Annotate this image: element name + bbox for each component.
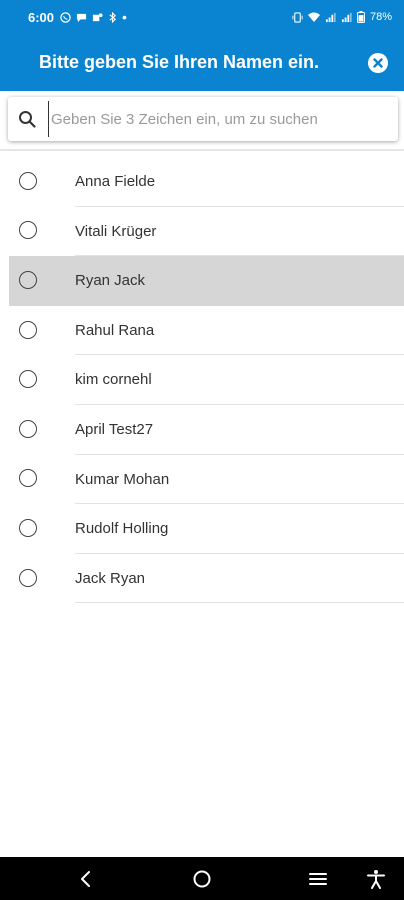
- list-item[interactable]: April Test27: [0, 405, 404, 455]
- navigation-bar: [0, 857, 404, 900]
- list-item[interactable]: Anna Fielde: [0, 157, 404, 207]
- accessibility-icon: [367, 869, 385, 889]
- status-right: 78%: [292, 11, 392, 23]
- list-item-selected[interactable]: Ryan Jack: [0, 256, 404, 306]
- home-button[interactable]: [186, 857, 218, 900]
- status-bar: 6:00 • 78%: [0, 0, 404, 34]
- battery-text: 78%: [369, 11, 392, 23]
- teams-icon: [92, 12, 103, 21]
- notification-icons: •: [60, 9, 127, 25]
- search-area: [0, 91, 404, 151]
- signal-icon: [325, 12, 336, 22]
- recents-icon: [309, 872, 327, 885]
- chat-icon: [76, 13, 87, 22]
- list-item[interactable]: Jack Ryan: [0, 554, 404, 604]
- list-item-label: Ryan Jack: [75, 272, 146, 290]
- selection-highlight: [9, 256, 404, 306]
- divider: [75, 602, 404, 604]
- list-item-label: Kumar Mohan: [75, 470, 170, 488]
- list-item-label: April Test27: [75, 420, 154, 438]
- signal2-icon: [341, 12, 352, 22]
- radio-button[interactable]: [19, 221, 37, 240]
- radio-button[interactable]: [19, 469, 37, 488]
- list-item-label: Rudolf Holling: [75, 520, 169, 538]
- list-item-label: Rahul Rana: [75, 321, 155, 339]
- dialog-title: Bitte geben Sie Ihren Namen ein.: [38, 52, 320, 72]
- list-item[interactable]: kim cornehl: [0, 355, 404, 405]
- list-item[interactable]: Rahul Rana: [0, 306, 404, 356]
- wifi-icon: [307, 12, 320, 22]
- radio-button[interactable]: [19, 518, 37, 537]
- list-item[interactable]: Vitali Krüger: [0, 207, 404, 257]
- whatsapp-icon: [60, 11, 71, 23]
- search-input[interactable]: [48, 101, 388, 137]
- status-left: 6:00 •: [28, 10, 127, 25]
- list-item-label: Vitali Krüger: [75, 222, 157, 240]
- back-icon: [81, 870, 90, 887]
- radio-button[interactable]: [19, 568, 37, 587]
- bluetooth-icon: [109, 11, 117, 23]
- list-item[interactable]: Kumar Mohan: [0, 455, 404, 505]
- radio-button[interactable]: [19, 320, 37, 339]
- list-item[interactable]: Rudolf Holling: [0, 504, 404, 554]
- radio-button[interactable]: [19, 270, 37, 289]
- search-divider: [0, 149, 404, 151]
- accessibility-button[interactable]: [360, 857, 392, 900]
- status-time: 6:00: [28, 9, 55, 25]
- home-icon: [193, 870, 211, 887]
- battery-icon: [356, 11, 365, 23]
- radio-button[interactable]: [19, 370, 37, 389]
- name-list: Anna Fielde Vitali Krüger Ryan Jack Rahu…: [0, 157, 404, 604]
- close-button[interactable]: [368, 53, 388, 73]
- dot-icon: •: [122, 9, 127, 25]
- search-icon: [19, 111, 36, 128]
- radio-button[interactable]: [19, 171, 37, 190]
- list-item-label: kim cornehl: [75, 371, 152, 389]
- list-item-label: Anna Fielde: [75, 173, 156, 190]
- vibrate-icon: [292, 11, 303, 23]
- close-icon: [373, 58, 383, 68]
- list-item-label: Jack Ryan: [75, 569, 146, 587]
- dialog-header: Bitte geben Sie Ihren Namen ein.: [0, 34, 404, 91]
- radio-button[interactable]: [19, 419, 37, 438]
- search-box: [8, 97, 398, 141]
- recents-button[interactable]: [302, 857, 334, 900]
- back-button[interactable]: [70, 857, 102, 900]
